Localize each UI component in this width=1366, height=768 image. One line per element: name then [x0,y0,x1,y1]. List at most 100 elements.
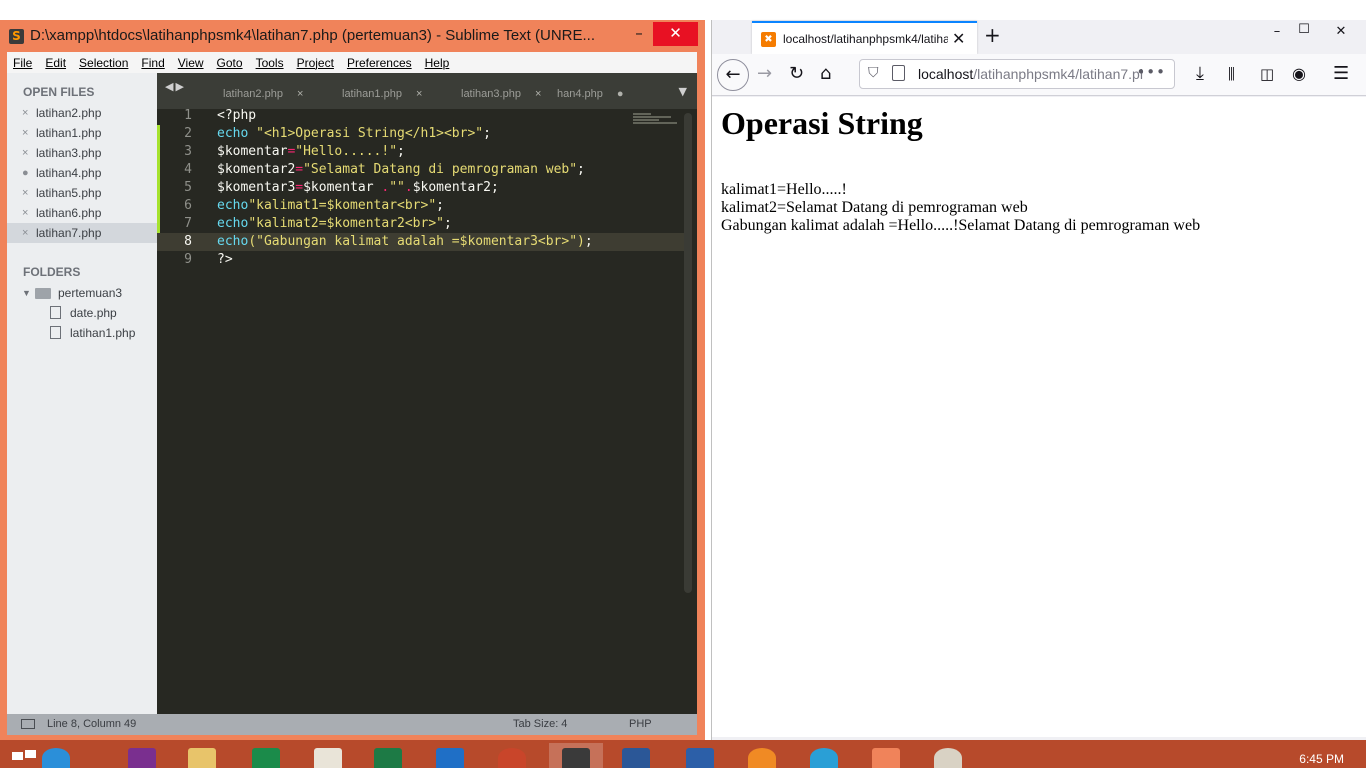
reload-icon[interactable]: ↻ [789,64,804,84]
firefox-maximize-button[interactable]: ☐ [1289,22,1319,37]
code-line[interactable]: $komentar3=$komentar ."".$komentar2; [217,179,499,197]
menu-preferences[interactable]: Preferences [347,56,412,70]
code-line[interactable]: $komentar2="Selamat Datang di pemrograma… [217,161,585,179]
tab-dropdown-icon[interactable]: ▼ [679,85,687,98]
forward-arrow-icon[interactable]: → [757,64,772,84]
menu-selection[interactable]: Selection [79,56,128,70]
open-file-item[interactable]: × latihan1.php [7,123,157,143]
open-file-item[interactable]: ● latihan4.php [7,163,157,183]
unsaved-dot-icon[interactable]: ● [22,163,29,183]
sublime-close-button[interactable]: ✕ [653,22,698,46]
folder-icon [35,288,51,299]
downloads-icon[interactable]: ⤓ [1196,64,1204,84]
close-file-icon[interactable]: × [22,123,28,143]
tab-close-icon[interactable]: × [535,88,541,100]
syntax-indicator[interactable]: PHP [629,714,652,735]
folder-expand-icon[interactable]: ▼ [22,283,31,303]
firefox-minimize-button[interactable]: – [1262,24,1292,39]
new-tab-icon[interactable]: + [984,23,1001,47]
back-arrow-icon[interactable]: ← [717,59,749,91]
account-icon[interactable]: ◉ [1292,64,1306,84]
sidebar-icon[interactable]: ◫ [1260,64,1274,84]
close-file-icon[interactable]: × [22,103,28,123]
close-file-icon[interactable]: × [22,183,28,203]
firefox-icon[interactable] [748,748,776,768]
tab-latihan4[interactable]: han4.php ● [557,79,624,109]
output-line: Gabungan kalimat adalah =Hello.....!Sela… [721,217,1201,234]
console-toggle-icon[interactable] [21,719,35,729]
xampp-icon[interactable] [872,748,900,768]
tab-close-icon[interactable]: ✕ [952,29,965,48]
menu-help[interactable]: Help [425,56,450,70]
sublime-title-bar[interactable]: S D:\xampp\htdocs\latihanphpsmk4\latihan… [0,20,705,52]
browser-tab-active[interactable]: ✖ localhost/latihanphpsmk4/latihan7.php … [752,21,977,54]
open-file-item[interactable]: × latihan6.php [7,203,157,223]
code-line-current[interactable]: echo("Gabungan kalimat adalah =$komentar… [217,233,593,251]
close-file-icon[interactable]: × [22,143,28,163]
sublime-minimize-button[interactable]: – [624,22,654,46]
editor-scrollbar[interactable] [684,113,692,593]
menu-tools[interactable]: Tools [256,56,284,70]
firefox-nav-bar: ← → ↻ ⌂ ⛉ localhost/latihanphpsmk4/latih… [712,54,1366,96]
code-line[interactable]: $komentar="Hello.....!"; [217,143,405,161]
folder-file-item[interactable]: latihan1.php [7,323,157,343]
taskbar-clock[interactable]: 6:45 PM [1299,752,1344,766]
code-line[interactable]: echo "<h1>Operasi String</h1><br>"; [217,125,491,143]
address-bar[interactable]: ⛉ localhost/latihanphpsmk4/latihan7.php … [859,59,1175,89]
onenote-icon[interactable] [128,748,156,768]
tab-close-icon[interactable]: × [297,88,303,100]
zoom-app-icon[interactable] [686,748,714,768]
menu-view[interactable]: View [178,56,204,70]
tab-latihan1[interactable]: latihan1.php × [342,79,422,109]
word-icon[interactable] [622,748,650,768]
store-icon[interactable] [252,748,280,768]
tab-size-indicator[interactable]: Tab Size: 4 [513,714,567,735]
url-text[interactable]: localhost/latihanphpsmk4/latihan7.php [918,66,1143,82]
sublime-text-icon[interactable] [562,748,590,768]
tab-title: localhost/latihanphpsmk4/latihan7.php [783,32,948,46]
menu-goto[interactable]: Goto [217,56,243,70]
hamburger-menu-icon[interactable]: ☰ [1333,64,1349,84]
page-actions-icon[interactable]: ••• [1136,63,1166,81]
folder-file-item[interactable]: date.php [7,303,157,323]
menu-find[interactable]: Find [141,56,164,70]
page-info-icon[interactable] [892,65,905,81]
powerpoint-icon[interactable] [498,748,526,768]
library-icon[interactable]: ⫼ [1228,64,1235,84]
firefox-close-button[interactable]: ✕ [1326,24,1356,39]
file-explorer-icon[interactable] [188,748,216,768]
open-file-item[interactable]: × latihan5.php [7,183,157,203]
menu-file[interactable]: File [13,56,32,70]
open-file-item-active[interactable]: × latihan7.php [7,223,157,243]
tab-unsaved-icon[interactable]: ● [617,88,624,100]
close-file-icon[interactable]: × [22,223,28,243]
excel-icon[interactable] [374,748,402,768]
open-file-item[interactable]: × latihan2.php [7,103,157,123]
menu-edit[interactable]: Edit [45,56,66,70]
paint-icon[interactable] [934,748,962,768]
code-line[interactable]: echo"kalimat1=$komentar<br>"; [217,197,444,215]
tab-latihan3[interactable]: latihan3.php × [461,79,541,109]
code-line[interactable]: <?php [217,107,256,125]
edge-icon[interactable] [810,748,838,768]
home-icon[interactable]: ⌂ [820,64,831,84]
firefox-window: ✖ localhost/latihanphpsmk4/latihan7.php … [711,20,1366,740]
outlook-icon[interactable] [436,748,464,768]
tracking-shield-icon[interactable]: ⛉ [868,65,879,81]
code-line[interactable]: ?> [217,251,233,269]
start-windows-icon[interactable] [12,750,38,768]
code-editor[interactable]: 1 2 3 4 5 6 7 8 9 <?php echo "<h1>Operas… [157,107,697,714]
folder-pertemuan3[interactable]: ▼ pertemuan3 [7,283,157,303]
notepad-icon[interactable] [314,748,342,768]
tab-latihan2[interactable]: latihan2.php × [223,79,303,109]
tab-close-icon[interactable]: × [416,88,422,100]
tab-scroll-arrows-icon[interactable]: ◀▶ [165,80,186,93]
minimap[interactable] [633,113,677,127]
ie-icon[interactable] [42,748,70,768]
line-number: 6 [184,198,192,213]
menu-project[interactable]: Project [297,56,334,70]
open-file-item[interactable]: × latihan3.php [7,143,157,163]
page-heading: Operasi String [721,105,923,141]
code-line[interactable]: echo"kalimat2=$komentar2<br>"; [217,215,452,233]
close-file-icon[interactable]: × [22,203,28,223]
